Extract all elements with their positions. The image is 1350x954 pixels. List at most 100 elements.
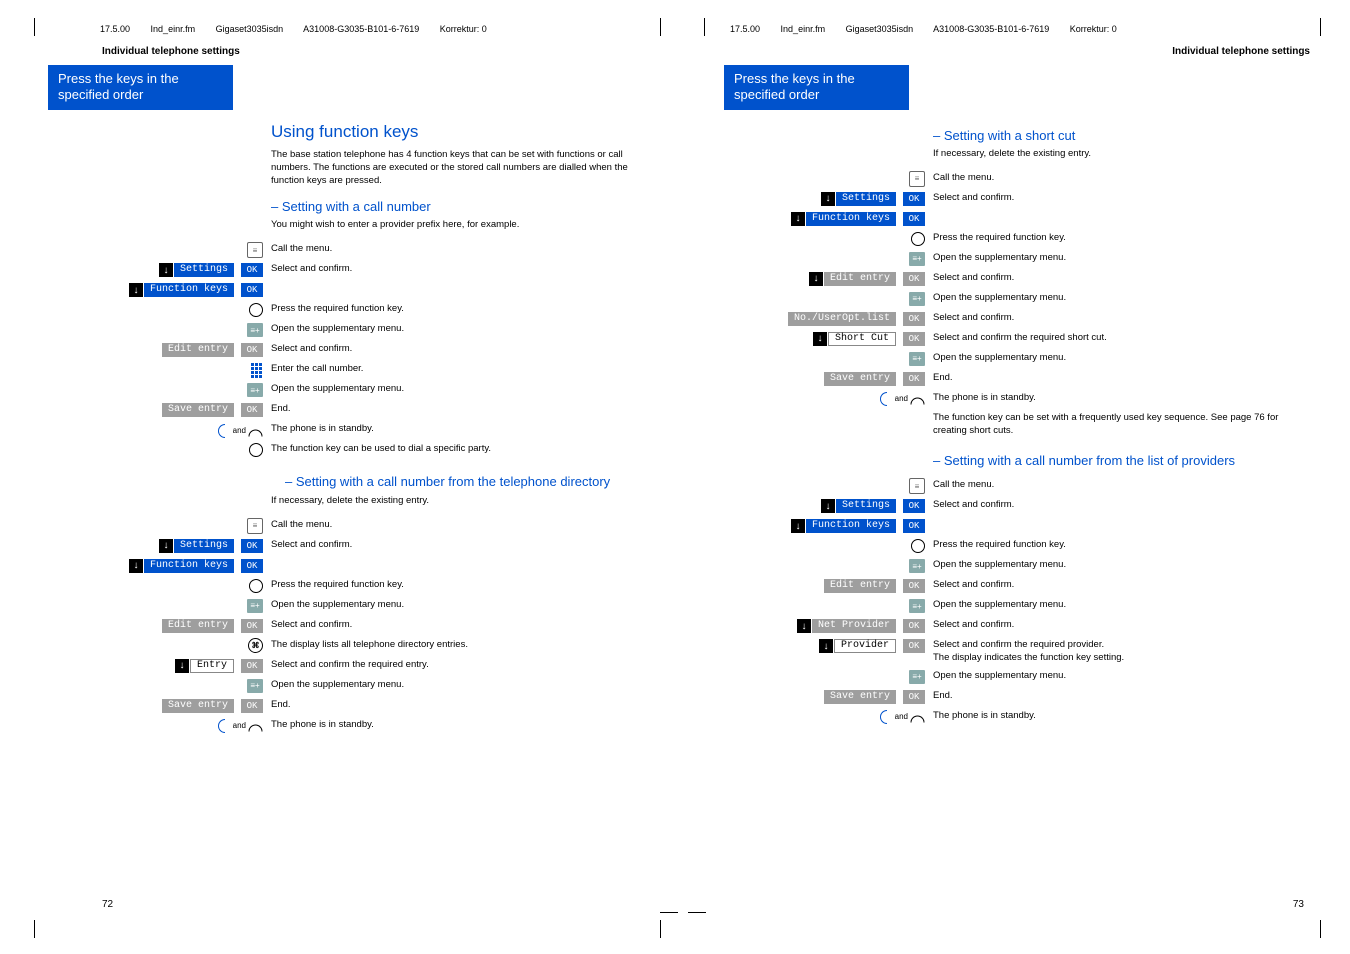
step-open-supp-r2: Open the supplementary menu. (933, 291, 1330, 305)
menu-item-function-keys: ↓Function keys (791, 212, 896, 226)
setting-from-directory-heading: – Setting with a call number from the te… (271, 473, 648, 491)
handset-down-icon (252, 719, 263, 732)
step-select-confirm-3: Select and confirm. (271, 538, 668, 552)
section-title-left: Individual telephone settings (102, 46, 668, 57)
step-open-supp-r7: Open the supplementary menu. (933, 669, 1330, 683)
page-number-73: 73 (1293, 899, 1304, 910)
ok-button: OK (241, 539, 263, 553)
menu-item-save-entry: Save entry (824, 690, 896, 704)
step-select-confirm-r5: Select and confirm. (933, 578, 1330, 592)
ok-button: OK (241, 559, 263, 573)
menu-item-save-entry: Save entry (824, 372, 896, 386)
menu-item-edit-entry: Edit entry (162, 343, 234, 357)
handset-down-icon (252, 424, 263, 437)
handset-down-icon (914, 392, 925, 405)
setting-call-number-heading: – Setting with a call number (271, 198, 648, 216)
step-open-supp-2: Open the supplementary menu. (271, 382, 668, 396)
step-open-supp-4: Open the supplementary menu. (271, 678, 668, 692)
menu-item-save-entry: Save entry (162, 403, 234, 417)
step-open-supp-r6: Open the supplementary menu. (933, 598, 1330, 612)
function-key-icon (249, 303, 263, 317)
keys-banner: Press the keys in the specified order (48, 65, 233, 110)
ok-button: OK (241, 283, 263, 297)
fn-note-r1: The function key can be set with a frequ… (933, 411, 1330, 438)
menu-icon: ≡ (247, 242, 263, 258)
step-call-menu-r1: Call the menu. (933, 171, 1330, 185)
setting-short-cut-heading: – Setting with a short cut (933, 127, 1310, 145)
section-title-right: Individual telephone settings (710, 46, 1310, 57)
ok-button: OK (241, 263, 263, 277)
ok-button: OK (241, 343, 263, 357)
handset-up-icon (878, 392, 889, 405)
menu-item-net-provider: ↓Net Provider (797, 619, 896, 633)
step-standby-r2: The phone is in standby. (933, 709, 1330, 723)
step-select-confirm-r2: Select and confirm. (933, 271, 1330, 285)
supplementary-menu-icon: ≡+ (909, 670, 925, 684)
step-select-confirm: Select and confirm. (271, 262, 668, 276)
step-press-fn-r2: Press the required function key. (933, 538, 1330, 552)
setting-providers-heading: – Setting with a call number from the li… (933, 452, 1310, 470)
delete-note: If necessary, delete the existing entry. (271, 495, 648, 508)
step-end-r1: End. (933, 371, 1330, 385)
ok-button: OK (241, 403, 263, 417)
supplementary-menu-icon: ≡+ (909, 599, 925, 613)
ok-button: OK (903, 639, 925, 653)
step-select-prov: Select and confirm the required provider… (933, 638, 1330, 665)
directory-icon: ⌘ (248, 638, 263, 653)
menu-item-save-entry: Save entry (162, 699, 234, 713)
step-select-confirm-r3: Select and confirm. (933, 311, 1330, 325)
step-end-2: End. (271, 698, 668, 712)
step-standby: The phone is in standby. (271, 422, 668, 436)
function-key-icon (911, 539, 925, 553)
and-label: and (895, 394, 908, 403)
ok-button: OK (241, 699, 263, 713)
ok-button: OK (903, 690, 925, 704)
step-press-fn-r1: Press the required function key. (933, 231, 1330, 245)
handset-up-icon (216, 424, 227, 437)
step-press-fn-2: Press the required function key. (271, 578, 668, 592)
supplementary-menu-icon: ≡+ (247, 679, 263, 693)
step-end: End. (271, 402, 668, 416)
ok-button: OK (903, 332, 925, 346)
function-key-icon (911, 232, 925, 246)
handset-up-icon (878, 710, 889, 723)
step-call-menu: Call the menu. (271, 242, 668, 256)
delete-note-right: If necessary, delete the existing entry. (933, 148, 1310, 161)
fn-note: The function key can be used to dial a s… (271, 442, 668, 456)
supplementary-menu-icon: ≡+ (247, 323, 263, 337)
menu-item-edit-entry: ↓Edit entry (809, 272, 896, 286)
page-number-72: 72 (102, 899, 113, 910)
menu-icon: ≡ (909, 478, 925, 494)
ok-button: OK (903, 312, 925, 326)
and-label: and (895, 712, 908, 721)
supplementary-menu-icon: ≡+ (909, 292, 925, 306)
supplementary-menu-icon: ≡+ (909, 559, 925, 573)
menu-item-edit-entry: Edit entry (824, 579, 896, 593)
menu-item-provider: ↓Provider (819, 639, 896, 653)
ok-button: OK (241, 619, 263, 633)
and-label: and (233, 426, 246, 435)
page-72: Individual telephone settings Press the … (48, 18, 668, 918)
using-function-keys-heading: Using function keys (271, 121, 648, 144)
step-enter-number: Enter the call number. (271, 362, 668, 376)
supplementary-menu-icon: ≡+ (909, 252, 925, 266)
menu-icon: ≡ (247, 518, 263, 534)
step-select-confirm-r4: Select and confirm. (933, 498, 1330, 512)
page-73: Individual telephone settings Press the … (710, 18, 1330, 918)
handset-down-icon (914, 710, 925, 723)
step-select-confirm-r1: Select and confirm. (933, 191, 1330, 205)
step-standby-r1: The phone is in standby. (933, 391, 1330, 405)
menu-item-settings: ↓Settings (821, 499, 896, 513)
step-open-supp: Open the supplementary menu. (271, 322, 668, 336)
step-list-entries: The display lists all telephone director… (271, 638, 668, 652)
menu-item-function-keys: ↓Function keys (791, 519, 896, 533)
provider-prefix-note: You might wish to enter a provider prefi… (271, 219, 648, 232)
supplementary-menu-icon: ≡+ (247, 599, 263, 613)
step-open-supp-3: Open the supplementary menu. (271, 598, 668, 612)
intro-paragraph: The base station telephone has 4 functio… (271, 149, 648, 187)
step-press-fn: Press the required function key. (271, 302, 668, 316)
step-select-confirm-2: Select and confirm. (271, 342, 668, 356)
and-label: and (233, 721, 246, 730)
step-end-r2: End. (933, 689, 1330, 703)
menu-item-entry: ↓Entry (175, 659, 234, 673)
